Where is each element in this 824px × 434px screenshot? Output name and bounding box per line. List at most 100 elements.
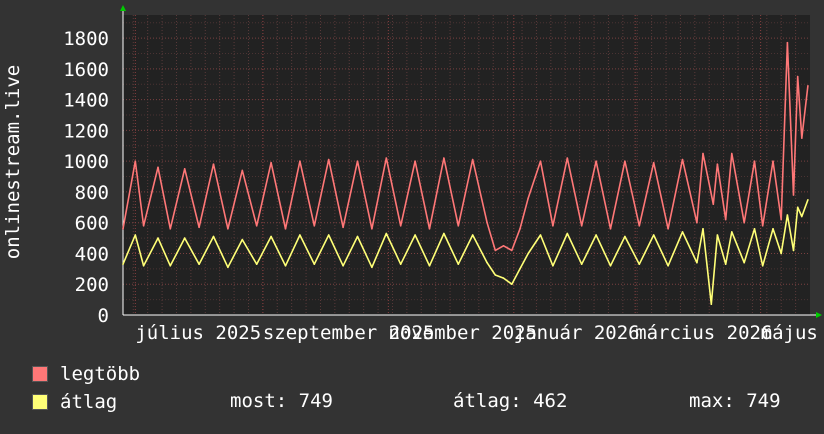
x-tick-label: január 2026 xyxy=(514,322,640,344)
y-tick-label: 1200 xyxy=(63,120,109,142)
data-point xyxy=(801,137,803,139)
data-point xyxy=(227,228,229,230)
data-point xyxy=(696,221,698,224)
data-point xyxy=(609,265,612,267)
data-point xyxy=(399,263,402,266)
data-point xyxy=(712,203,715,205)
data-point xyxy=(142,225,145,227)
data-point xyxy=(761,225,764,227)
data-point xyxy=(212,163,215,165)
data-point xyxy=(371,228,373,230)
y-tick-label: 200 xyxy=(75,274,109,296)
data-point xyxy=(731,152,733,155)
data-point xyxy=(786,214,789,216)
data-point xyxy=(580,263,583,266)
y-tick-label: 1600 xyxy=(63,59,109,81)
y-axis-arrow-icon xyxy=(120,5,126,11)
data-point xyxy=(183,168,186,170)
y-axis-label: onlinestream.live xyxy=(2,65,24,259)
data-point xyxy=(327,234,330,236)
data-point xyxy=(122,263,124,266)
data-point xyxy=(299,160,301,162)
data-point xyxy=(299,234,301,236)
data-point xyxy=(519,228,521,230)
data-point xyxy=(652,161,655,164)
y-tick-label: 0 xyxy=(98,305,109,327)
data-point xyxy=(609,228,612,230)
data-point xyxy=(638,225,641,227)
data-point xyxy=(342,265,344,267)
data-point xyxy=(270,161,272,164)
data-point xyxy=(753,160,756,162)
data-point xyxy=(494,274,497,276)
data-point xyxy=(539,234,542,236)
data-point xyxy=(710,303,713,306)
data-point xyxy=(134,160,137,162)
data-point xyxy=(502,245,505,247)
data-point xyxy=(414,234,416,236)
data-point xyxy=(486,261,488,264)
data-point xyxy=(753,228,756,230)
data-point xyxy=(399,225,402,227)
data-point xyxy=(527,197,529,199)
data-point xyxy=(667,228,669,230)
data-point xyxy=(796,75,799,78)
data-point xyxy=(724,263,727,266)
data-point xyxy=(241,238,244,241)
data-point xyxy=(502,277,505,279)
data-point xyxy=(511,283,513,286)
data-point xyxy=(356,235,359,238)
data-point xyxy=(471,234,474,236)
data-point xyxy=(595,160,597,162)
data-point xyxy=(169,228,172,230)
data-point xyxy=(743,221,745,224)
data-point xyxy=(624,235,626,238)
data-point xyxy=(566,232,569,235)
data-point xyxy=(443,232,445,235)
data-point xyxy=(494,249,497,252)
data-point xyxy=(157,166,159,169)
data-point xyxy=(552,225,554,227)
data-point xyxy=(327,158,330,161)
data-point xyxy=(385,232,388,235)
data-point xyxy=(255,263,258,266)
data-point xyxy=(313,225,316,227)
data-point xyxy=(681,158,684,161)
data-point xyxy=(284,228,287,230)
data-point xyxy=(169,265,172,267)
data-point xyxy=(580,225,583,227)
data-point xyxy=(552,265,554,267)
data-point xyxy=(313,263,316,266)
data-point xyxy=(786,41,789,44)
data-point xyxy=(731,231,733,233)
y-tick-label: 400 xyxy=(75,243,109,265)
data-point xyxy=(385,157,388,159)
y-tick-label: 1400 xyxy=(63,90,109,112)
data-point xyxy=(142,265,145,267)
data-point xyxy=(696,261,698,264)
y-tick-label: 800 xyxy=(75,182,109,204)
data-point xyxy=(198,263,200,266)
data-point xyxy=(667,265,669,267)
data-point xyxy=(183,237,186,239)
data-point xyxy=(652,234,655,236)
data-point xyxy=(743,261,745,264)
data-point xyxy=(801,215,803,218)
y-tick-label: 1800 xyxy=(63,28,109,50)
data-point xyxy=(780,218,782,221)
data-point xyxy=(443,157,445,159)
data-point xyxy=(471,158,474,161)
data-point xyxy=(681,231,684,233)
data-point xyxy=(457,225,460,227)
line-chart: 0 200 400 600 800 1000 1200 1400 1600 1800 július … xyxy=(2,5,824,344)
data-point xyxy=(761,265,764,267)
x-axis-arrow-icon xyxy=(816,312,822,318)
data-point xyxy=(428,228,431,230)
data-point xyxy=(134,234,137,236)
data-point xyxy=(772,160,774,162)
data-point xyxy=(595,234,597,236)
data-point xyxy=(638,263,641,266)
x-tick-label: május 2026 xyxy=(761,322,824,344)
data-point xyxy=(724,218,727,221)
x-tick-label: március 2026 xyxy=(635,322,772,344)
